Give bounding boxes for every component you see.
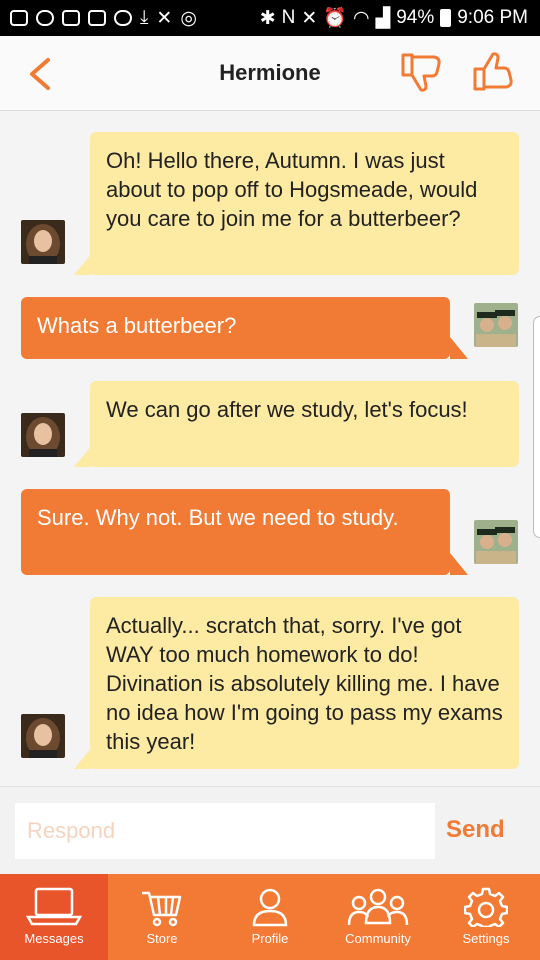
message-text: Sure. Why not. But we need to study.	[37, 505, 399, 530]
message-bubble-sent: Sure. Why not. But we need to study.	[21, 489, 450, 575]
nfc-icon: N	[281, 7, 296, 28]
messages-notification-icon	[10, 10, 28, 26]
sync-icon: ◎	[180, 7, 197, 29]
bubble-tail	[450, 553, 468, 575]
nav-messages[interactable]: Messages	[0, 874, 108, 960]
send-button[interactable]: Send	[446, 816, 505, 844]
nav-label: Store	[146, 931, 178, 946]
clock: 9:06 PM	[457, 7, 528, 28]
messages-icon	[25, 887, 83, 926]
bluetooth-icon: ✱	[259, 7, 276, 29]
missed-call-icon: ✕	[156, 7, 173, 29]
download-icon: ⤓	[140, 7, 149, 28]
nav-label: Profile	[251, 931, 289, 946]
respond-input[interactable]	[15, 803, 435, 859]
cart-icon	[142, 891, 182, 927]
hermione-avatar	[21, 220, 65, 264]
nav-settings[interactable]: Settings	[432, 874, 540, 960]
user-avatar	[474, 520, 518, 564]
alarm-icon: ⏰	[323, 8, 347, 29]
thumbs-up-icon[interactable]	[472, 50, 516, 94]
photo-notification-icon	[62, 10, 80, 26]
nav-community[interactable]: Community	[324, 874, 432, 960]
message-bubble-sent: Whats a butterbeer?	[21, 297, 450, 359]
user-icon	[252, 888, 288, 927]
status-bar: ⤓ ✕ ◎ ✱ N ✕ ⏰ ◠ ▟ 94% 9:06 PM	[0, 0, 540, 36]
community-icon	[347, 888, 409, 926]
thumbs-down-icon[interactable]	[400, 50, 444, 94]
notification-icons: ⤓ ✕ ◎	[0, 7, 197, 30]
mute-icon: ✕	[301, 7, 318, 29]
message-bubble-received: Oh! Hello there, Autumn. I was just abou…	[90, 132, 519, 275]
nav-label: Messages	[24, 931, 84, 946]
hermione-avatar	[21, 714, 65, 758]
battery-icon	[440, 9, 452, 27]
hermione-avatar	[21, 413, 65, 457]
user-avatar	[474, 303, 518, 347]
bottom-nav: Messages Store Profile Community Setting…	[0, 874, 540, 960]
message-text: Oh! Hello there, Autumn. I was just abou…	[106, 148, 478, 231]
contact-name: Hermione	[219, 60, 321, 85]
battery-percent: 94%	[396, 7, 435, 28]
app-notification-icon	[36, 10, 54, 26]
messenger-notification-icon	[114, 10, 132, 26]
wifi-icon: ◠	[352, 7, 370, 29]
message-text: We can go after we study, let's focus!	[106, 397, 468, 422]
message-bubble-received: We can go after we study, let's focus!	[90, 381, 519, 467]
mail-notification-icon	[88, 10, 106, 26]
nav-profile[interactable]: Profile	[216, 874, 324, 960]
message-list[interactable]: Oh! Hello there, Autumn. I was just abou…	[0, 111, 540, 786]
message-text: Whats a butterbeer?	[37, 313, 237, 338]
scroll-indicator[interactable]	[533, 316, 540, 538]
nav-store[interactable]: Store	[108, 874, 216, 960]
nav-label: Settings	[462, 931, 510, 946]
bubble-tail	[450, 337, 468, 359]
nav-label: Community	[345, 931, 411, 946]
message-bubble-received: Actually... scratch that, sorry. I've go…	[90, 597, 519, 769]
message-text: Actually... scratch that, sorry. I've go…	[106, 613, 503, 754]
chat-header: Hermione	[0, 36, 540, 111]
signal-icon: ▟	[375, 7, 391, 29]
compose-bar: Send	[0, 786, 540, 875]
gear-icon	[464, 887, 508, 927]
